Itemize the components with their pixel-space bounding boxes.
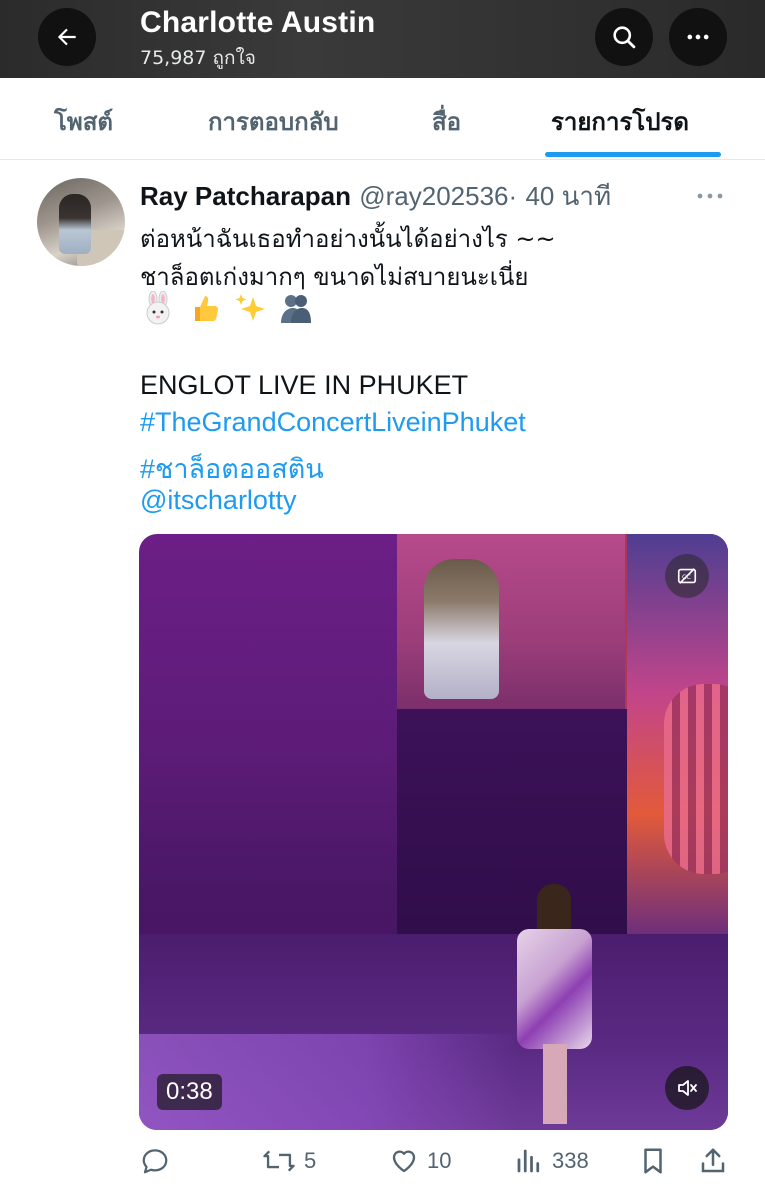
meta-separator: · xyxy=(508,181,518,211)
tab-likes[interactable]: รายการโปรด xyxy=(551,102,689,141)
reply-action[interactable] xyxy=(140,1146,178,1176)
emoji-row xyxy=(140,290,314,326)
profile-header: Charlotte Austin 75,987 ถูกใจ xyxy=(0,0,765,78)
tab-posts[interactable]: โพสต์ xyxy=(54,102,113,141)
disco-ball xyxy=(664,684,728,874)
tweet-author: Ray Patcharapan @ray202536· 40 นาที xyxy=(140,176,611,217)
arrow-left-icon xyxy=(57,28,76,46)
captions-button[interactable]: CC xyxy=(665,554,709,598)
volume-muted-icon xyxy=(678,1080,697,1096)
active-tab-indicator xyxy=(545,152,721,157)
avatar[interactable] xyxy=(37,178,125,266)
singer-on-screen xyxy=(424,559,499,699)
tab-replies[interactable]: การตอบกลับ xyxy=(208,102,339,141)
share-icon xyxy=(701,1148,725,1173)
likes-count: 75,987 ถูกใจ xyxy=(140,47,256,69)
tweet-time[interactable]: 40 นาที xyxy=(525,181,611,211)
more-horizontal-icon xyxy=(687,34,709,40)
hashtag-link[interactable]: #TheGrandConcertLiveinPhuket xyxy=(140,407,526,438)
closed-captions-icon: CC xyxy=(677,568,697,584)
sparkles-emoji xyxy=(232,290,268,326)
more-horizontal-icon xyxy=(697,193,723,199)
views-action[interactable]: 338 xyxy=(514,1146,589,1176)
singer xyxy=(517,884,592,1124)
reply-icon xyxy=(142,1149,168,1174)
search-button[interactable] xyxy=(595,8,653,66)
repost-action[interactable]: 5 xyxy=(262,1146,316,1176)
heart-icon xyxy=(392,1150,416,1173)
like-count: 10 xyxy=(427,1148,452,1173)
views-count: 338 xyxy=(552,1148,589,1173)
bookmark-action[interactable] xyxy=(638,1146,668,1176)
video-duration: 0:38 xyxy=(157,1074,222,1110)
search-icon xyxy=(613,26,636,49)
repost-count: 5 xyxy=(304,1148,317,1173)
tab-media[interactable]: สื่อ xyxy=(432,102,461,141)
views-chart-icon xyxy=(517,1149,540,1173)
more-button[interactable] xyxy=(669,8,727,66)
profile-tabs: โพสต์ การตอบกลับ สื่อ รายการโปรด xyxy=(0,78,765,160)
profile-name: Charlotte Austin xyxy=(140,6,376,39)
thumbs-up-emoji xyxy=(186,290,222,326)
hashtag-link[interactable]: #ชาล็อตออสติน xyxy=(140,447,324,490)
video-player[interactable]: CC 0:38 xyxy=(139,534,728,1130)
share-action[interactable] xyxy=(698,1146,728,1176)
author-handle[interactable]: @ray202536 xyxy=(359,181,508,211)
bookmark-icon xyxy=(644,1148,662,1174)
author-name[interactable]: Ray Patcharapan xyxy=(140,181,351,211)
tweet-more-button[interactable] xyxy=(696,182,724,207)
tweet-body-title: ENGLOT LIVE IN PHUKET xyxy=(140,370,469,400)
mention-link[interactable]: @itscharlotty xyxy=(140,485,296,516)
svg-text:CC: CC xyxy=(682,573,691,581)
two-people-hugging-emoji xyxy=(278,290,314,326)
rabbit-face-emoji xyxy=(140,290,176,326)
stage-backdrop xyxy=(397,709,627,969)
mute-button[interactable] xyxy=(665,1066,709,1110)
back-button[interactable] xyxy=(38,8,96,66)
tweet-text-line: ต่อหน้าฉันเธอทำอย่างนั้นได้อย่างไร ~~ xyxy=(140,225,556,253)
repost-icon xyxy=(263,1150,295,1172)
like-action[interactable]: 10 xyxy=(389,1146,451,1176)
